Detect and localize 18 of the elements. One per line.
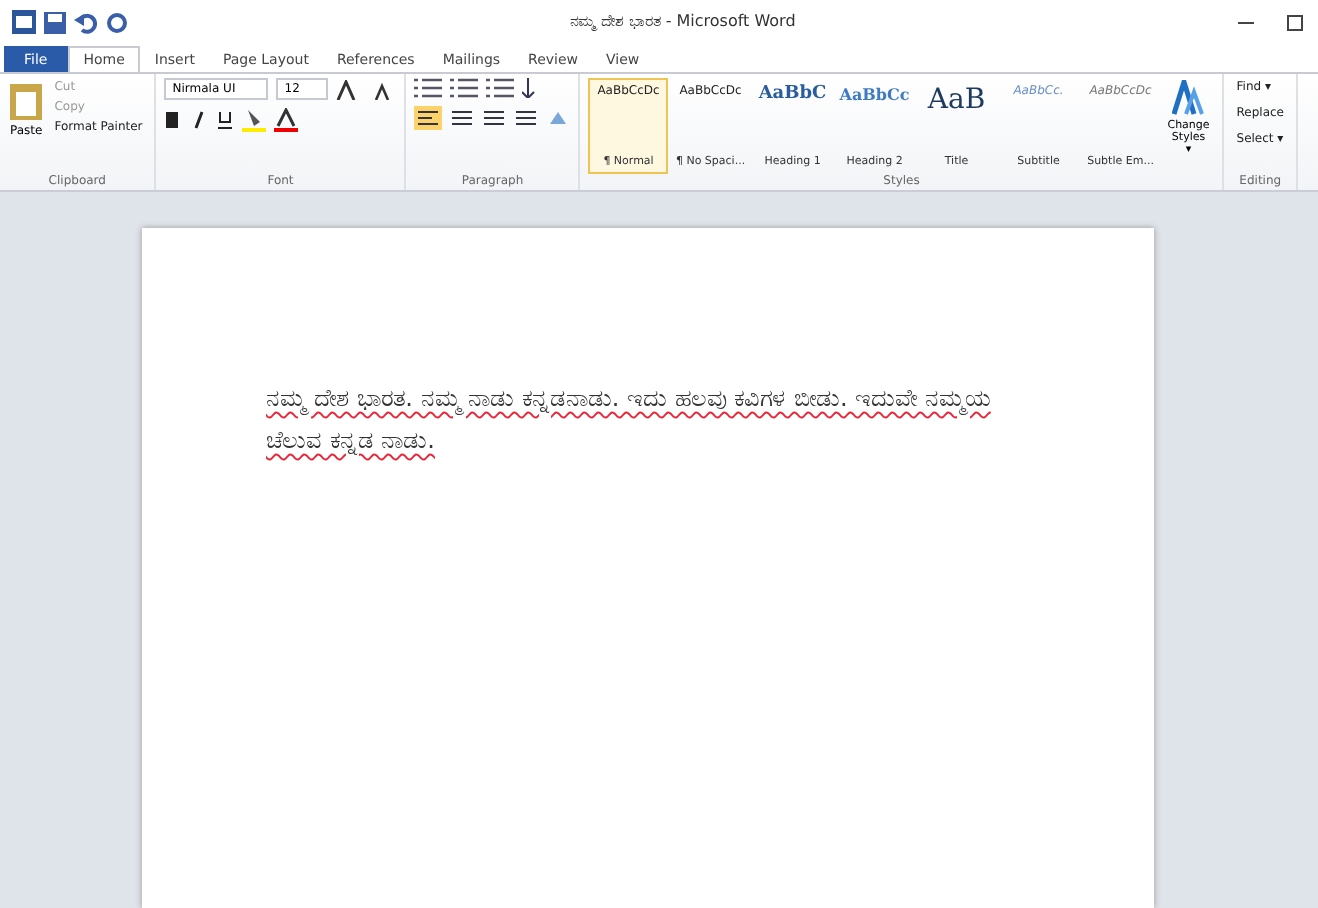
align-left-icon[interactable] <box>414 106 443 130</box>
highlight-icon[interactable] <box>242 108 267 132</box>
align-icon[interactable] <box>450 108 475 128</box>
clipboard-icon <box>10 80 43 120</box>
list-icon[interactable] <box>414 78 443 98</box>
list-icon[interactable] <box>450 78 479 98</box>
document-paragraph: ನಮ್ಮ ದೇಶ ಭಾರತ. ನಮ್ಮ ನಾಡು ಕನ್ನಡನಾಡು. ಇದು ಹಲವು ಕವಿಗಳ ಬೀಡು. ಇದುವೇ ನಮ್ಮಯ ಚೆಲುವ ಕನ್ನಡ ನಾಡು. <box>266 382 993 459</box>
list-icon[interactable] <box>486 78 515 98</box>
restore-icon[interactable] <box>1286 12 1306 32</box>
align-icon[interactable] <box>482 108 507 128</box>
align-icon[interactable] <box>514 108 539 128</box>
font-color-icon[interactable] <box>274 108 299 132</box>
italic-icon[interactable] <box>190 110 209 130</box>
undo-icon[interactable] <box>74 11 98 33</box>
save-icon[interactable] <box>44 11 66 33</box>
underline-icon[interactable] <box>216 110 235 130</box>
window-title: ನಮ್ಮ ದೇಶ ಭಾರತ - Microsoft Word <box>568 12 798 32</box>
letters-icon <box>1172 80 1205 116</box>
